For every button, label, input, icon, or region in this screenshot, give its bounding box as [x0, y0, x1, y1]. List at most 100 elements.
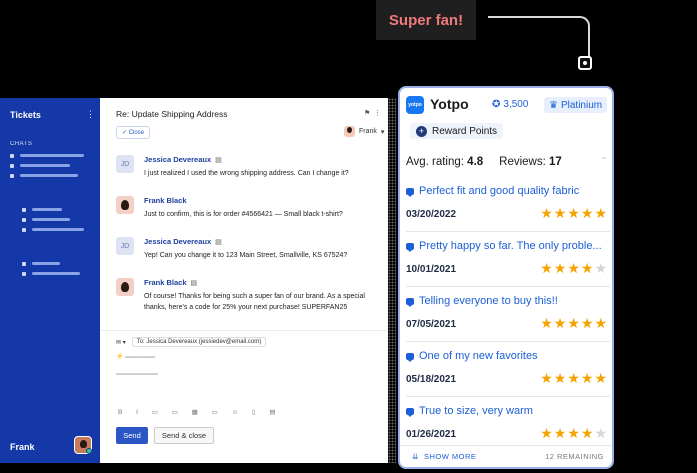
sidebar-item-view-3[interactable] — [32, 228, 84, 231]
lock-icon — [22, 218, 26, 222]
chat-bubble-icon: ▤ — [215, 239, 222, 246]
review-title: One of my new favorites — [419, 350, 538, 362]
collapse-icon[interactable]: ⌃ — [600, 156, 608, 167]
star-icon: ★ — [580, 260, 595, 276]
sidebar-item-chat-1[interactable] — [20, 154, 84, 157]
star-icon: ★ — [553, 205, 568, 221]
send-button[interactable]: Send — [116, 427, 148, 444]
review-stars: ★★★★★ — [540, 425, 608, 442]
review-icon — [406, 297, 414, 307]
close-ticket-button[interactable]: ✓ Close — [116, 126, 151, 139]
connector-line — [488, 16, 590, 60]
sidebar-item-icon — [10, 164, 14, 168]
formatting-toolbar[interactable]: B I ▭ ▭ ▦ ▭ ☺ ▯ ▤ — [118, 408, 282, 416]
message-author: Jessica Devereaux ▤ — [144, 155, 222, 164]
review-stars: ★★★★★ — [540, 205, 608, 222]
sidebar-item-icon — [10, 174, 14, 178]
macro-icon[interactable]: ⚡ ▬▬▬▬▬ — [116, 353, 155, 360]
review-item[interactable]: Perfect fit and good quality fabric 03/2… — [406, 178, 610, 232]
recipient-row: ✉ ▾ To: Jessica Devereaux (jessiedev@ema… — [116, 337, 267, 347]
review-title: True to size, very warm — [419, 405, 533, 417]
star-icon: ★ — [553, 425, 568, 441]
star-icon: ★ — [580, 205, 595, 221]
review-date: 07/05/2021 — [406, 319, 457, 330]
star-icon: ★ — [594, 260, 608, 276]
show-more-button[interactable]: ⇊ SHOW MORE — [412, 452, 476, 461]
sidebar-section-label: CHATS — [10, 141, 33, 147]
review-item[interactable]: True to size, very warm 01/26/2021 ★★★★★ — [406, 398, 610, 452]
star-icon: ★ — [580, 425, 595, 441]
avg-rating-value: 4.8 — [467, 156, 484, 168]
sidebar-user-name: Frank — [10, 442, 35, 452]
review-item[interactable]: Pretty happy so far. The only proble... … — [406, 233, 610, 287]
review-date: 10/01/2021 — [406, 264, 457, 275]
review-date: 03/20/2022 — [406, 209, 457, 220]
star-icon: ★ — [567, 425, 581, 441]
yotpo-footer: ⇊ SHOW MORE 12 REMAINING — [400, 445, 612, 467]
star-icon: ★ — [540, 315, 554, 331]
chat-bubble-icon: ▤ — [215, 157, 222, 164]
star-icon: ★ — [594, 205, 608, 221]
message-text: Just to confirm, this is for order #4566… — [144, 211, 343, 218]
lock-icon — [22, 262, 26, 266]
remaining-count: 12 REMAINING — [545, 452, 604, 461]
sidebar-item-view-4[interactable] — [32, 262, 60, 265]
star-icon: ★ — [567, 205, 581, 221]
points-balance: ✪ 3,500 — [492, 99, 529, 110]
review-icon — [406, 407, 414, 417]
star-icon: ★ — [580, 315, 595, 331]
star-icon: ★ — [594, 370, 608, 386]
ticket-title: Re: Update Shipping Address — [116, 109, 228, 119]
review-stars: ★★★★★ — [540, 315, 608, 332]
message-input[interactable]: ▬▬▬▬▬▬▬ — [116, 371, 158, 377]
sidebar: Tickets ⋮ CHATS Frank — [0, 98, 100, 463]
message-author: Jessica Devereaux ▤ — [144, 237, 222, 246]
vip-tier-badge: ♛ Platinium — [544, 97, 608, 113]
sidebar-item-view-1[interactable] — [32, 208, 62, 211]
assignee-dropdown[interactable]: Frank ▾ — [344, 126, 384, 137]
avatar — [116, 196, 134, 214]
star-icon: ★ — [540, 370, 554, 386]
review-item[interactable]: One of my new favorites 05/18/2021 ★★★★★ — [406, 343, 610, 397]
star-icon: ★ — [567, 315, 581, 331]
recipient-field[interactable]: To: Jessica Devereaux (jessiedev@email.c… — [131, 337, 267, 347]
yotpo-logo: yotpo — [406, 96, 424, 114]
sidebar-item-view-5[interactable] — [32, 272, 80, 275]
message-text: I just realized I used the wrong shippin… — [144, 170, 349, 177]
message-author: Frank Black — [144, 196, 187, 205]
reply-composer: ✉ ▾ To: Jessica Devereaux (jessiedev@ema… — [100, 330, 388, 463]
star-icon: ★ — [567, 370, 581, 386]
lock-icon — [22, 208, 26, 212]
review-icon — [406, 187, 414, 197]
sidebar-menu-icon[interactable]: ⋮ — [86, 109, 95, 120]
sidebar-item-chat-2[interactable] — [20, 164, 70, 167]
avatar — [116, 278, 134, 296]
send-and-close-button[interactable]: Send & close — [154, 427, 214, 444]
star-icon: ★ — [553, 370, 568, 386]
super-fan-label: Super fan! — [388, 11, 464, 29]
ticket-actions-icons[interactable]: ⚑ ⋮ — [364, 109, 381, 117]
sidebar-item-icon — [10, 154, 14, 158]
sidebar-item-chat-3[interactable] — [20, 174, 78, 177]
sidebar-item-view-2[interactable] — [32, 218, 70, 221]
stage: Super fan! Tickets ⋮ CHATS Frank Re: Upd… — [0, 0, 697, 473]
channel-icon[interactable]: ✉ ▾ — [116, 339, 126, 346]
helpdesk-window: Tickets ⋮ CHATS Frank Re: Update Shippin… — [0, 98, 388, 463]
review-count: 17 — [549, 156, 562, 168]
star-icon: ★ — [540, 425, 554, 441]
chevron-down-icon: ▾ — [380, 128, 385, 136]
review-item[interactable]: Telling everyone to buy this!! 07/05/202… — [406, 288, 610, 342]
assignee-avatar — [344, 126, 355, 137]
review-title: Pretty happy so far. The only proble... — [419, 240, 602, 252]
panel-shadow — [388, 98, 396, 463]
message-text: Of course! Thanks for being such a super… — [144, 293, 365, 311]
star-icon: ★ — [553, 260, 568, 276]
sidebar-title: Tickets — [10, 110, 41, 120]
trophy-icon: ♛ — [549, 99, 558, 111]
assignee-name: Frank — [359, 128, 377, 135]
reward-points-button[interactable]: + Reward Points — [410, 123, 504, 139]
yotpo-widget: yotpo Yotpo ✪ 3,500 ♛ Platinium + Reward Po… — [398, 86, 614, 469]
close-ticket-label: Close — [128, 130, 145, 136]
review-title: Telling everyone to buy this!! — [419, 295, 558, 307]
yotpo-name: Yotpo — [430, 96, 469, 112]
